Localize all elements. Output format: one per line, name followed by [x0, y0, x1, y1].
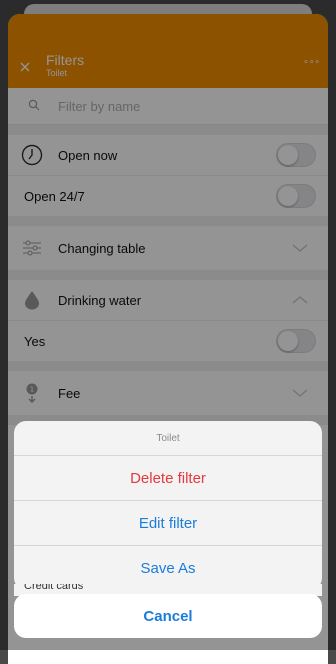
- action-sheet: Toilet Delete filter Edit filter Save As: [14, 421, 322, 590]
- delete-filter-button[interactable]: Delete filter: [14, 456, 322, 501]
- edit-filter-button[interactable]: Edit filter: [14, 501, 322, 546]
- cancel-button[interactable]: Cancel: [14, 594, 322, 638]
- action-sheet-title: Toilet: [14, 421, 322, 456]
- credit-cards-label: Credit cards: [24, 584, 84, 592]
